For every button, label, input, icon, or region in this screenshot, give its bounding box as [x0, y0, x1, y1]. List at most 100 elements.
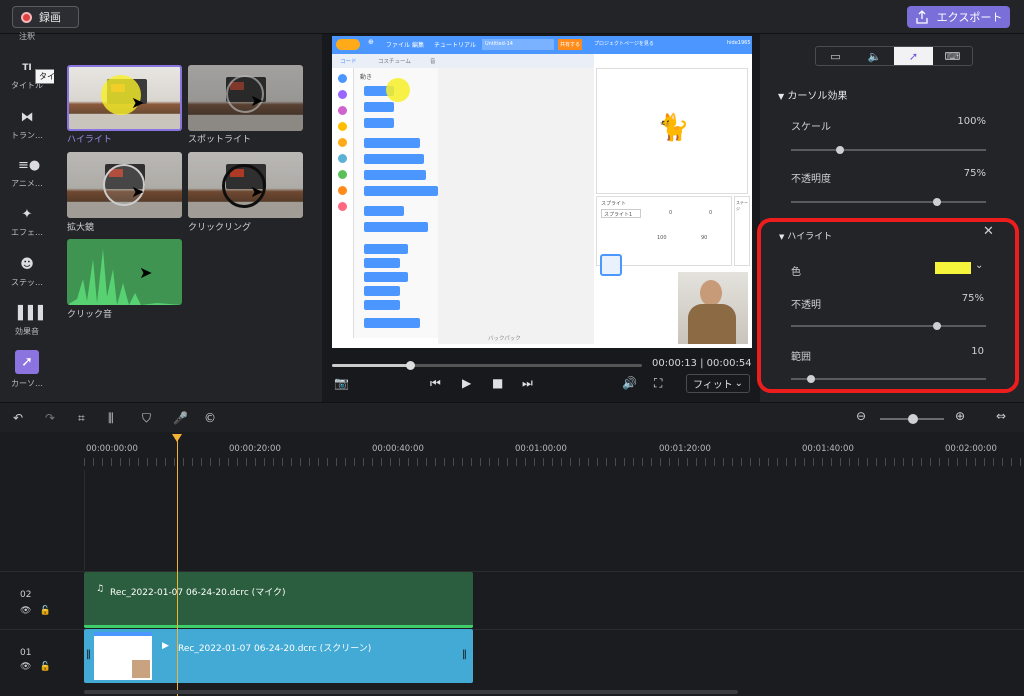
- fullscreen-icon[interactable]: ⛶: [654, 376, 662, 391]
- scratch-blocks-palette: 動き: [354, 68, 438, 338]
- transition-icon: ⧓: [20, 110, 34, 125]
- track-header: 01 👁🔓: [0, 630, 84, 690]
- preview-panel: ⊕ ファイル 編集 チュートリアル Untitled-14 共有する プロジェク…: [322, 34, 760, 402]
- sidebar-item-annotation[interactable]: 注釈: [0, 31, 54, 42]
- audio-clip[interactable]: ♫ Rec_2022-01-07 06-24-20.dcrc (マイク): [84, 572, 473, 628]
- asset-spotlight[interactable]: ➤: [188, 65, 303, 131]
- volume-icon[interactable]: 🔊: [622, 376, 637, 390]
- previous-frame-icon[interactable]: ⏮: [430, 376, 441, 391]
- microphone-icon[interactable]: 🎤: [173, 411, 188, 425]
- caret-down-icon: ▼: [778, 92, 785, 101]
- preview-canvas[interactable]: ⊕ ファイル 編集 チュートリアル Untitled-14 共有する プロジェク…: [332, 36, 752, 348]
- sidebar-item-label: 効果音: [15, 327, 39, 336]
- asset-click-sound[interactable]: ➤: [67, 239, 182, 305]
- music-note-icon: ♫: [96, 584, 105, 594]
- record-label: 録画: [39, 11, 61, 24]
- cursor-icon: ➚: [908, 49, 919, 63]
- asset-label: クリック音: [67, 310, 113, 320]
- audio-waveform: [84, 625, 473, 628]
- animation-icon: ≡●: [18, 158, 41, 173]
- play-icon[interactable]: ▶: [462, 376, 471, 390]
- ruler-ticks: [84, 458, 1024, 466]
- slider-handle[interactable]: [836, 146, 844, 154]
- scratch-category-title: 動き: [360, 74, 373, 81]
- zoom-in-icon[interactable]: ⊕: [955, 409, 965, 423]
- scratch-tab-code: コード: [340, 59, 357, 65]
- trim-handle-left-icon[interactable]: ‖: [86, 649, 91, 660]
- crop-icon[interactable]: ⌗: [78, 411, 85, 426]
- fit-timeline-icon[interactable]: ⇔: [996, 409, 1006, 423]
- seek-handle[interactable]: [406, 361, 415, 370]
- tab-video[interactable]: ▭: [816, 47, 855, 65]
- export-button[interactable]: エクスポート: [907, 6, 1010, 28]
- webcam-overlay: [678, 272, 748, 344]
- sidebar-item-sticker[interactable]: ☻ ステッ…: [0, 257, 54, 288]
- scratch-stage: 🐈: [596, 68, 748, 194]
- tick-label: 00:01:20:00: [659, 444, 711, 454]
- scratch-cat-sprite-icon: 🐈: [657, 113, 690, 143]
- sidebar-item-label: アニメ…: [11, 179, 43, 188]
- cursor-effect-section[interactable]: ▼ カーソル効果: [778, 87, 847, 102]
- seek-bar[interactable]: [332, 361, 642, 370]
- keyboard-icon: ⌨: [944, 49, 961, 63]
- video-clip[interactable]: ‖ ▶ Rec_2022-01-07 06-24-20.dcrc (スクリーン)…: [84, 629, 473, 683]
- lock-icon[interactable]: 🔓: [39, 662, 58, 672]
- split-icon[interactable]: ⫼: [108, 411, 114, 426]
- lock-icon[interactable]: 🔓: [39, 606, 58, 616]
- scratch-menu-tutorial: チュートリアル: [434, 42, 476, 49]
- sidebar-item-cursor[interactable]: ➚ カーソ…: [0, 350, 54, 389]
- sidebar-item-effect[interactable]: ✦ エフェ…: [0, 207, 54, 238]
- asset-click-ring[interactable]: ➤: [188, 152, 303, 218]
- timecode: 00:00:13 | 00:00:54: [652, 358, 752, 369]
- asset-label: スポットライト: [188, 135, 252, 145]
- screenshot-icon[interactable]: 📷: [334, 376, 349, 390]
- asset-magnifier[interactable]: ➤: [67, 152, 182, 218]
- record-button[interactable]: 録画: [12, 6, 79, 28]
- effect-icon: ✦: [21, 207, 33, 222]
- asset-highlight[interactable]: ➤: [67, 65, 182, 131]
- eye-icon[interactable]: 👁: [20, 606, 39, 616]
- cursor-arrow-icon: ➤: [131, 93, 145, 112]
- sidebar-item-transition[interactable]: ⧓ トラン…: [0, 110, 54, 141]
- zoom-out-icon[interactable]: ⊖: [856, 409, 866, 423]
- tab-audio[interactable]: 🔈: [855, 47, 894, 65]
- stop-icon[interactable]: ■: [492, 376, 503, 390]
- sprite-y-field: 0: [709, 210, 713, 216]
- timeline-ruler[interactable]: 00:00:00:00 00:00:20:00 00:00:40:00 00:0…: [0, 432, 1024, 470]
- scale-slider[interactable]: [791, 146, 986, 154]
- sidebar-item-sound-effect[interactable]: ▌▌▌ 効果音: [0, 306, 54, 337]
- timeline-scrollbar[interactable]: [84, 690, 738, 694]
- tab-cursor[interactable]: ➚: [894, 47, 933, 65]
- timeline-zoom-slider[interactable]: [880, 414, 944, 424]
- copyright-icon[interactable]: ©: [204, 411, 216, 425]
- eye-icon[interactable]: 👁: [20, 662, 39, 672]
- sprite-x-field: 0: [669, 210, 673, 216]
- scratch-code-area: バックパック: [438, 68, 594, 344]
- tick-label: 00:02:00:00: [945, 444, 997, 454]
- stage-label: ステージ: [736, 200, 748, 211]
- cursor-arrow-icon: ➤: [131, 182, 145, 201]
- track-number: 02: [20, 590, 32, 600]
- slider-handle[interactable]: [933, 198, 941, 206]
- sidebar-item-label: エフェ…: [11, 228, 43, 237]
- slider-handle[interactable]: [908, 414, 918, 424]
- waveform-icon: [67, 249, 182, 305]
- sound-effect-icon: ▌▌▌: [18, 306, 48, 321]
- trim-handle-right-icon[interactable]: ‖: [462, 649, 467, 660]
- export-label: エクスポート: [936, 11, 1003, 24]
- tab-caption[interactable]: ⌨: [933, 47, 972, 65]
- playhead[interactable]: [177, 434, 178, 696]
- undo-icon[interactable]: ↶: [13, 411, 23, 425]
- next-frame-icon[interactable]: ⏭: [522, 376, 533, 391]
- cursor-arrow-icon: ➤: [139, 263, 153, 282]
- sprite-name-field: スプライト1: [601, 209, 641, 218]
- scratch-project-page: プロジェクトページを見る: [594, 41, 654, 47]
- cursor-arrow-icon: ➤: [250, 91, 264, 110]
- marker-icon[interactable]: ⛉: [142, 411, 151, 426]
- zoom-fit-select[interactable]: フィット ⌄: [686, 374, 750, 393]
- sidebar-item-animation[interactable]: ≡● アニメ…: [0, 158, 54, 189]
- tick-label: 00:00:40:00: [372, 444, 424, 454]
- redo-icon[interactable]: ↷: [45, 411, 55, 425]
- playhead-handle[interactable]: [172, 434, 182, 442]
- opacity-slider[interactable]: [791, 198, 986, 206]
